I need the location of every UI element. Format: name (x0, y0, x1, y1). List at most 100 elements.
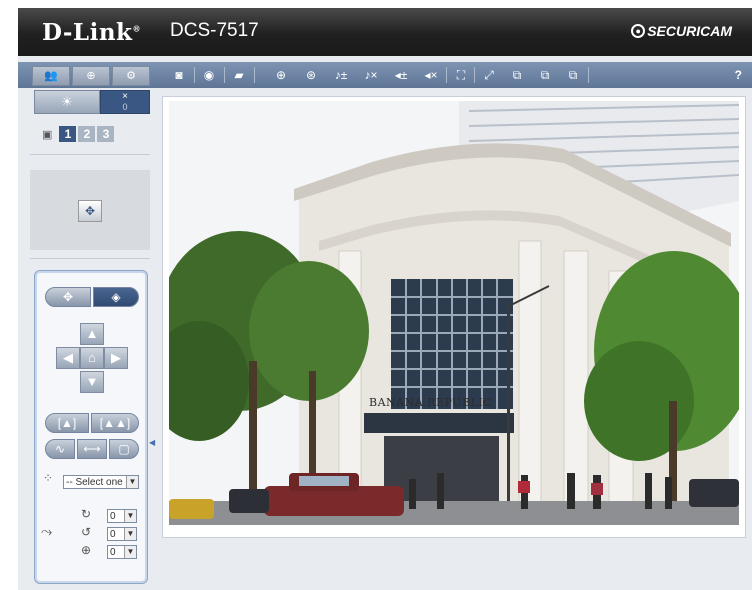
user-settings-button[interactable]: 👥 (32, 66, 70, 86)
mic-mute-icon: ♪× (364, 68, 378, 82)
divider (30, 258, 150, 259)
zoom-tele-icon: [▲▲] (99, 416, 131, 430)
stop-icon: ▢ (118, 442, 130, 456)
pan-speed-icon: ↻ (81, 507, 92, 521)
arrow-right-icon: ▶ (111, 350, 121, 365)
chevron-down-icon: ▼ (124, 528, 136, 540)
open-folder-button[interactable]: ▰ (228, 65, 250, 85)
chevron-down-icon: ▼ (126, 476, 138, 488)
light-button[interactable]: ☀ (34, 90, 100, 114)
speed-tree-icon: ⤳ (41, 523, 53, 539)
folder-icon: ▰ (234, 68, 244, 82)
header-bar: D-Link® DCS-7517 ● SECURICAM (18, 8, 752, 56)
speaker-volume-icon: ◂± (394, 68, 408, 82)
fullscreen-icon: ⛶ (456, 68, 466, 82)
securicam-logo: ● SECURICAM (631, 23, 732, 39)
gear-icon: ⚙ (126, 70, 136, 82)
resolution-2-button[interactable]: ⧉ (534, 65, 556, 85)
joystick-center-button[interactable]: ✥ (78, 200, 102, 222)
stop-button[interactable]: ▢ (109, 439, 139, 459)
resolution-1-button[interactable]: ⧉ (506, 65, 528, 85)
digital-zoom-button[interactable]: ⊛ (300, 65, 322, 85)
settings-button[interactable]: ⚙ (112, 66, 150, 86)
zoom-wide-icon: [▲] (57, 416, 77, 430)
arrow-down-icon: ▼ (85, 374, 99, 389)
collapse-sidebar-icon[interactable]: ◀ (149, 438, 155, 447)
toolbar-divider (224, 67, 225, 83)
camera-feed: BANANA REPUBLIC (169, 101, 739, 525)
auto-pan-button[interactable]: ⟷ (77, 439, 107, 459)
zoom-out-button[interactable]: [▲] (45, 413, 89, 433)
snapshot-button[interactable]: ◙ (168, 65, 190, 85)
ptz-home-button[interactable]: ⌂ (80, 347, 104, 369)
tilt-speed-select[interactable]: 0 ▼ (107, 527, 137, 541)
toolbar-divider (446, 67, 447, 83)
resolution-1-icon: ⧉ (512, 68, 522, 82)
zoom-speed-icon: ⊕ (81, 543, 92, 557)
speaker-mute-icon: ◂× (424, 68, 438, 82)
dlink-logo: D-Link® (42, 19, 141, 46)
globe-icon: ⊕ (86, 70, 96, 82)
camera-model-title: DCS-7517 (170, 20, 259, 41)
speaker-volume-button[interactable]: ◂± (390, 65, 412, 85)
ptz-right-button[interactable]: ▶ (104, 347, 128, 369)
record-icon: ◉ (203, 68, 215, 82)
fullscreen-button[interactable]: ⛶ (450, 65, 472, 85)
mic-volume-button[interactable]: ♪± (330, 65, 352, 85)
arrow-up-icon: ▲ (85, 326, 99, 341)
network-button[interactable]: ⊕ (72, 66, 110, 86)
pan-speed-select[interactable]: 0 ▼ (107, 509, 137, 523)
arrow-left-icon: ◀ (63, 350, 73, 365)
light-off-label: × (122, 91, 128, 102)
tilt-speed-icon: ↺ (81, 525, 92, 539)
securicam-emblem-icon: ● (631, 24, 646, 38)
camera-snapshot-icon: ◙ (175, 68, 183, 82)
light-value: 0 (122, 102, 128, 112)
ptz-down-button[interactable]: ▼ (80, 371, 104, 393)
home-icon: ⌂ (88, 350, 96, 365)
resize-button[interactable]: ⤢ (478, 65, 500, 85)
toolbar-divider (194, 67, 195, 83)
toolbar: 👥 ⊕ ⚙ ◙ ◉ ▰ ⊕ ⊛ ♪± ♪× ◂± ◂× ⛶ ⤢ ⧉ ⧉ ⧉ ? (18, 62, 752, 88)
preset-icon: ⁘ (43, 471, 54, 485)
zoom-speed-select[interactable]: 0 ▼ (107, 545, 137, 559)
control-sidebar: ☀ × 0 ▣ 1 2 3 ✥ ✥ ◈ ▲ ◀ ⌂ ▶ ▼ [▲] [▲▲] ∿… (18, 88, 155, 590)
help-button[interactable]: ? (735, 65, 742, 85)
store-sign: BANANA REPUBLIC (369, 396, 492, 409)
move-icon: ✥ (84, 204, 96, 218)
light-icon: ☀ (61, 94, 73, 109)
zoom-in-icon: ⊕ (275, 68, 287, 82)
ptz-up-button[interactable]: ▲ (80, 323, 104, 345)
toolbar-divider (588, 67, 589, 83)
zoom-in-button-ptz[interactable]: [▲▲] (91, 413, 139, 433)
resize-icon: ⤢ (484, 68, 494, 82)
zoom-in-button[interactable]: ⊕ (270, 65, 292, 85)
resolution-3-button[interactable]: ⧉ (562, 65, 584, 85)
divider (30, 154, 150, 155)
record-button[interactable]: ◉ (198, 65, 220, 85)
camera-3-button[interactable]: 3 (97, 126, 115, 142)
resolution-2-icon: ⧉ (540, 68, 550, 82)
ptz-focus-mode-button[interactable]: ◈ (93, 287, 139, 307)
ptz-move-mode-button[interactable]: ✥ (45, 287, 91, 307)
mic-mute-button[interactable]: ♪× (360, 65, 382, 85)
preset-select[interactable]: -- Select one -- ▼ (63, 475, 139, 489)
toolbar-divider (254, 67, 255, 83)
joystick-pad: ✥ (30, 170, 150, 250)
chevron-down-icon: ▼ (124, 546, 136, 558)
patrol-button[interactable]: ∿ (45, 439, 75, 459)
speaker-mute-button[interactable]: ◂× (420, 65, 442, 85)
camera-icon: ▣ (42, 128, 53, 141)
live-video-panel[interactable]: BANANA REPUBLIC (162, 96, 746, 538)
camera-2-button[interactable]: 2 (78, 126, 96, 142)
camera-1-button[interactable]: 1 (59, 126, 77, 142)
target-icon: ◈ (111, 290, 121, 304)
pan-arrows-icon: ⟷ (83, 442, 101, 456)
patrol-path-icon: ∿ (54, 442, 66, 456)
move-icon: ✥ (62, 290, 74, 304)
mic-volume-icon: ♪± (334, 68, 348, 82)
digital-zoom-icon: ⊛ (305, 68, 317, 82)
ptz-left-button[interactable]: ◀ (56, 347, 80, 369)
people-icon: 👥 (44, 70, 58, 82)
toolbar-divider (474, 67, 475, 83)
